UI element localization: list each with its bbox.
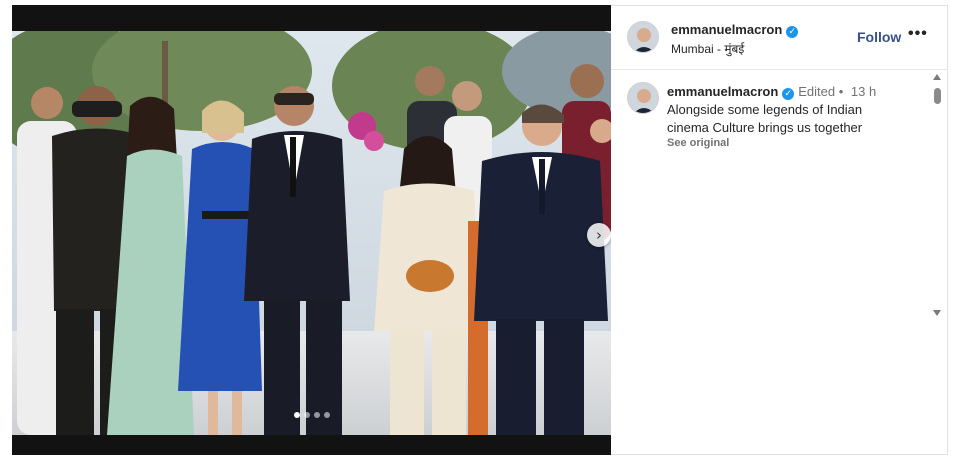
verified-badge-icon: ✓ [782,88,795,100]
post-location[interactable]: Mumbai - मुंबई [671,40,744,57]
post-timestamp[interactable]: 13 h [851,84,876,99]
carousel-dot [304,412,310,418]
scrollbar-thumb[interactable] [934,88,941,104]
post-header: emmanuelmacron ✓ Mumbai - मुंबई Follow ••… [611,6,947,70]
verified-badge-icon: ✓ [786,26,799,38]
scroll-up-arrow-icon[interactable] [933,74,941,80]
post-photo [12,31,611,435]
post-side-panel: emmanuelmacron ✓ Mumbai - मुंबई Follow ••… [611,5,948,455]
see-original-link[interactable]: See original [667,137,729,149]
follow-button[interactable]: Follow [857,29,901,45]
caption: emmanuelmacron ✓ Edited • 13 h Alongside s… [611,71,931,161]
media-panel: › [12,5,611,455]
edited-label: Edited • [798,84,844,99]
carousel-dot [314,412,320,418]
post-viewer: › emmanuelmacron ✓ Mumbai - मुंबई Follow [0,0,954,469]
carousel-dot [324,412,330,418]
caption-username[interactable]: emmanuelmacron ✓ Edited • 13 h [667,84,876,100]
author-username[interactable]: emmanuelmacron ✓ [671,22,799,38]
avatar[interactable] [627,21,659,53]
chevron-right-icon: › [596,225,602,244]
carousel-dot [294,412,300,418]
avatar[interactable] [627,82,659,114]
carousel-next-button[interactable]: › [587,223,611,247]
author-username-text[interactable]: emmanuelmacron [671,22,782,37]
scroll-down-arrow-icon[interactable] [933,310,941,316]
carousel-indicator [294,412,330,418]
caption-username-text[interactable]: emmanuelmacron [667,84,778,99]
caption-text: Alongside some legends of Indian cinema … [667,102,863,135]
more-options-icon[interactable]: ••• [908,26,928,42]
